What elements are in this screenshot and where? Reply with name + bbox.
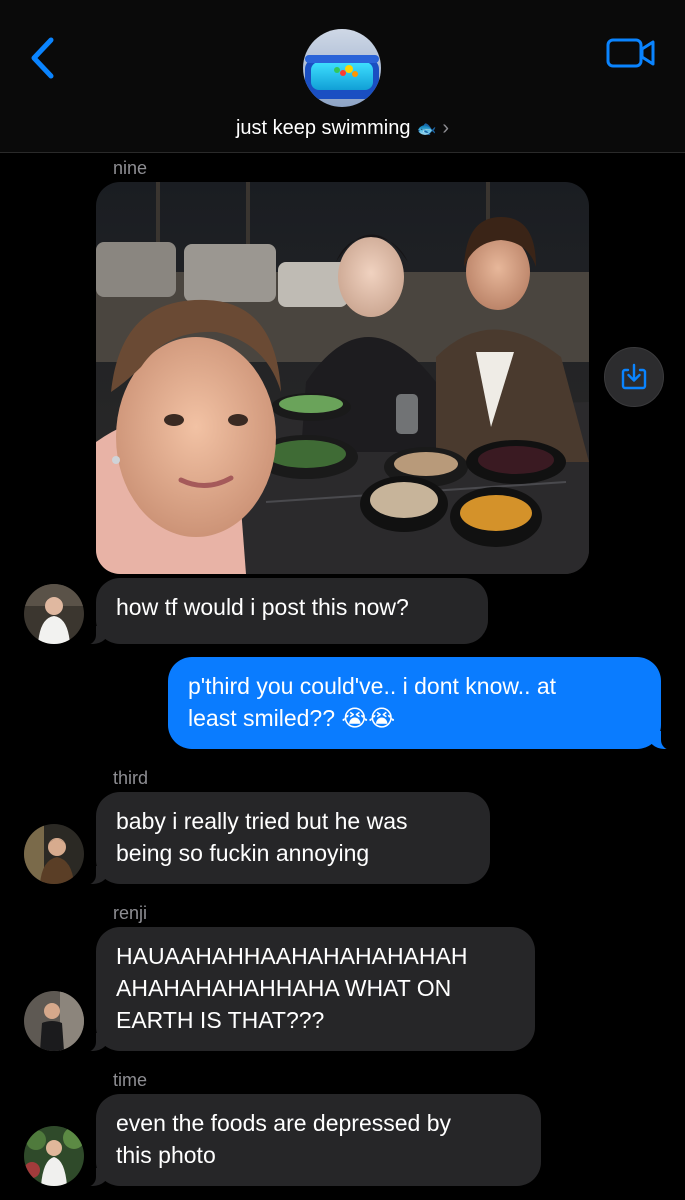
outgoing-message-bubble[interactable]: p'third you could've.. i dont know.. at … — [168, 657, 673, 750]
message-text-line: EARTH IS THAT??? — [116, 1007, 325, 1033]
chevron-left-icon — [31, 37, 54, 79]
save-to-photos-icon — [621, 363, 647, 390]
selfie-photo-image — [96, 182, 589, 574]
shared-photo[interactable] — [96, 182, 589, 574]
avatar-image — [24, 824, 84, 884]
message-text-line: p'third you could've.. i dont know.. at — [188, 673, 557, 699]
fish-emoji: 🐟 — [416, 121, 437, 138]
message-bubble[interactable]: how tf would i post this now? — [84, 578, 488, 645]
avatar-image — [24, 584, 84, 644]
message-bubble[interactable]: HAUAAHAHHAAHAHAHAHAHAH AHAHAHAHAHHAHA WH… — [84, 927, 535, 1052]
save-photo-button[interactable] — [604, 347, 664, 407]
group-name: just keep swimming — [235, 117, 411, 139]
sender-name: third — [113, 768, 149, 788]
back-button[interactable] — [22, 34, 62, 82]
group-avatar[interactable] — [303, 29, 381, 107]
avatar-image — [24, 991, 84, 1051]
message-text: how tf would i post this now? — [116, 594, 409, 620]
video-camera-icon — [606, 38, 655, 68]
group-name-button[interactable]: just keep swimming 🐟 › — [0, 117, 685, 140]
pool-photo — [303, 29, 381, 107]
message-bubble[interactable]: baby i really tried but he was being so … — [84, 792, 490, 885]
video-call-button[interactable] — [604, 34, 660, 70]
avatar-third[interactable] — [24, 824, 84, 884]
sender-name: time — [113, 1070, 148, 1090]
sender-name: nine — [113, 158, 148, 178]
message-text-line: even the foods are depressed by — [116, 1110, 452, 1136]
message-text-line: least smiled?? 😭😭 — [188, 705, 396, 731]
sender-name: renji — [113, 903, 148, 923]
chevron-right-icon: › — [442, 117, 450, 139]
avatar-nine[interactable] — [24, 584, 84, 644]
avatar-renji[interactable] — [24, 991, 84, 1051]
message-text-line: this photo — [116, 1142, 216, 1168]
message-bubble[interactable]: even the foods are depressed by this pho… — [84, 1094, 541, 1187]
avatar-time[interactable] — [24, 1126, 84, 1186]
avatar-image — [24, 1126, 84, 1186]
message-text-line: AHAHAHAHAHHAHA WHAT ON — [116, 975, 452, 1001]
message-text-line: baby i really tried but he was — [116, 808, 408, 834]
message-text-line: being so fuckin annoying — [116, 840, 370, 866]
conversation-header: just keep swimming 🐟 › — [0, 0, 685, 153]
message-text-line: HAUAAHAHHAAHAHAHAHAHAH — [116, 943, 468, 969]
